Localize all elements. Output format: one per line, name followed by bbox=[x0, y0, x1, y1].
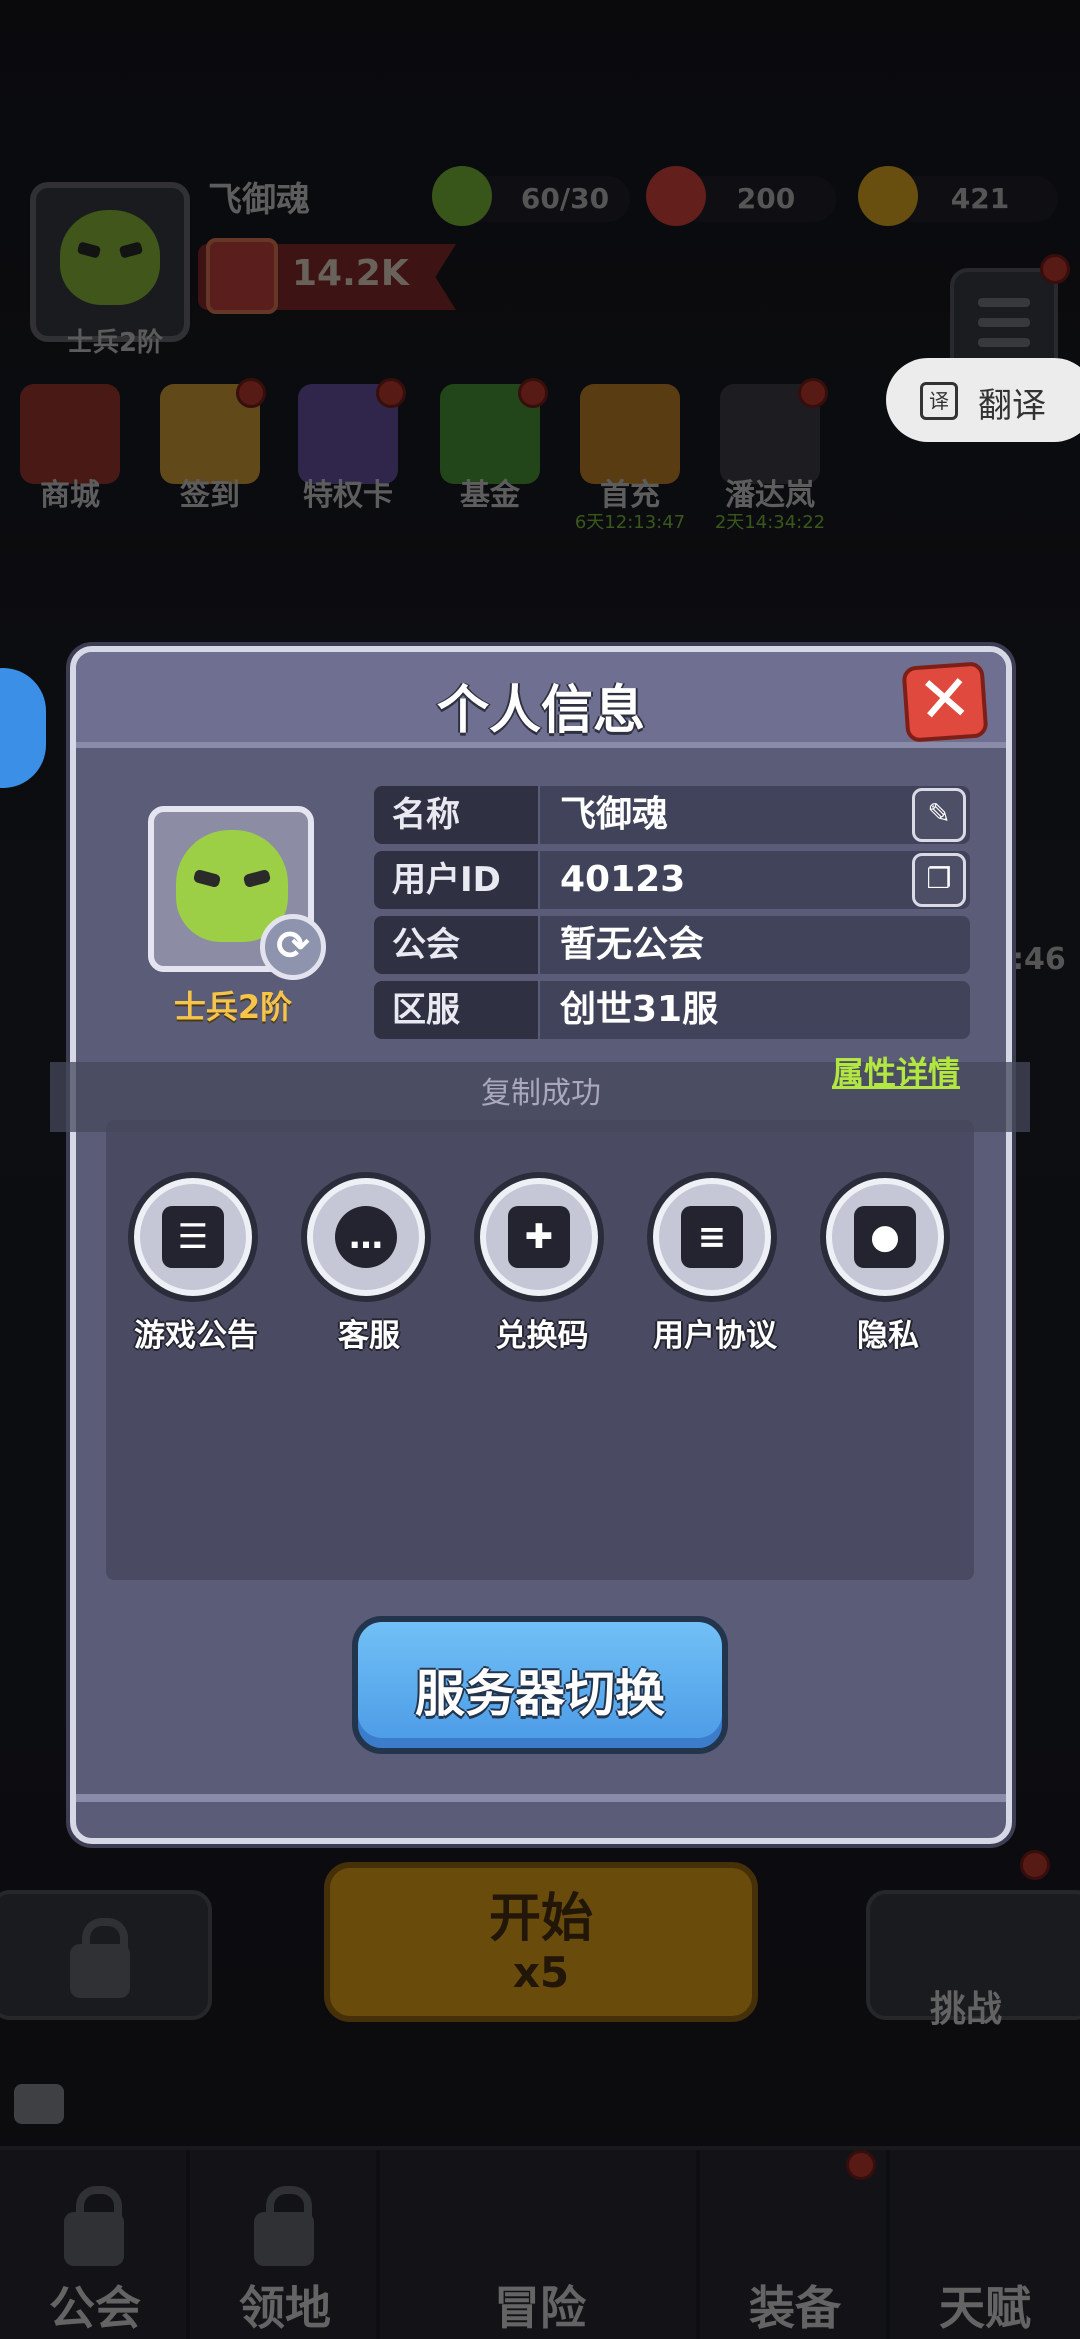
stamina-value: 60/30 bbox=[520, 182, 610, 215]
pandaren-timer: 2天14:34:22 bbox=[714, 512, 826, 533]
first-recharge-timer: 6天12:13:47 bbox=[574, 512, 686, 533]
lock-icon bbox=[70, 1918, 130, 1998]
notification-dot bbox=[1020, 1850, 1050, 1880]
info-row-userid: 用户ID 40123 ❐ bbox=[374, 851, 970, 909]
info-key: 公会 bbox=[374, 916, 538, 974]
feature-checkin[interactable]: 签到 bbox=[150, 470, 270, 514]
redeem-code-button[interactable]: ✚ 兑换码 bbox=[474, 1172, 610, 1355]
tab-territory-label: 领地 bbox=[239, 2281, 331, 2335]
tab-equipment-label: 装备 bbox=[749, 2281, 841, 2335]
copy-id-button[interactable]: ❐ bbox=[912, 853, 966, 907]
close-button[interactable]: ✕ bbox=[901, 661, 989, 743]
gem-icon bbox=[646, 166, 706, 226]
tab-guild-label: 公会 bbox=[49, 2281, 141, 2335]
axe-icon bbox=[206, 238, 278, 314]
first-recharge-icon[interactable] bbox=[580, 384, 680, 484]
close-icon: ✕ bbox=[915, 661, 975, 739]
menu-line bbox=[978, 318, 1030, 327]
customer-service-label: 客服 bbox=[338, 1318, 400, 1354]
user-agreement-label: 用户协议 bbox=[653, 1318, 777, 1354]
info-row-server: 区服 创世31服 bbox=[374, 981, 970, 1039]
edit-name-button[interactable]: ✎ bbox=[912, 788, 966, 842]
customer-service-button[interactable]: … 客服 bbox=[301, 1172, 437, 1355]
server-switch-label: 服务器切换 bbox=[415, 1665, 665, 1723]
notification-dot bbox=[376, 378, 406, 408]
announcement-label: 游戏公告 bbox=[134, 1318, 258, 1354]
gift-icon: ✚ bbox=[474, 1172, 604, 1302]
notification-dot bbox=[236, 378, 266, 408]
info-value: 创世31服 bbox=[540, 981, 970, 1039]
menu-line bbox=[978, 298, 1030, 307]
dialog-footer bbox=[76, 1794, 1006, 1802]
notification-dot bbox=[1040, 254, 1070, 284]
side-timer: :46 bbox=[1012, 942, 1066, 977]
privacy-label: 隐私 bbox=[857, 1318, 919, 1354]
player-rank: 士兵2阶 bbox=[66, 328, 164, 358]
feature-shop[interactable]: 商城 bbox=[10, 470, 130, 514]
announcement-icon: ☰ bbox=[128, 1172, 258, 1302]
tab-adventure-label: 冒险 bbox=[494, 2281, 586, 2335]
dialog-title: 个人信息 bbox=[436, 681, 645, 741]
info-row-name: 名称 飞御魂 ✎ bbox=[374, 786, 970, 844]
announcement-glyph: ☰ bbox=[162, 1206, 224, 1268]
start-label: 开始 bbox=[488, 1889, 593, 1949]
power-value: 14.2K bbox=[292, 253, 409, 294]
profile-rank: 士兵2阶 bbox=[173, 988, 293, 1026]
lock-icon bbox=[254, 2186, 314, 2266]
gift-glyph: ✚ bbox=[508, 1206, 570, 1268]
menu-line bbox=[978, 338, 1030, 347]
attribute-details-link[interactable]: 属性详情 bbox=[832, 1048, 960, 1094]
info-key: 区服 bbox=[374, 981, 538, 1039]
pencil-icon: ✎ bbox=[927, 797, 951, 830]
tab-talent-label: 天赋 bbox=[939, 2281, 1031, 2335]
chat-icon[interactable] bbox=[14, 2084, 64, 2124]
info-value: 40123 bbox=[540, 851, 970, 909]
padlock-glyph: ● bbox=[854, 1206, 916, 1268]
announcement-button[interactable]: ☰ 游戏公告 bbox=[128, 1172, 264, 1355]
orc-face-icon bbox=[60, 210, 160, 305]
customer-service-icon: … bbox=[301, 1172, 431, 1302]
user-agreement-button[interactable]: ≡ 用户协议 bbox=[647, 1172, 783, 1355]
player-name: 飞御魂 bbox=[208, 180, 310, 220]
info-key: 用户ID bbox=[374, 851, 538, 909]
agreement-glyph: ≡ bbox=[681, 1206, 743, 1268]
notification-dot bbox=[518, 378, 548, 408]
shop-icon[interactable] bbox=[20, 384, 120, 484]
start-cost: x5 bbox=[512, 1948, 570, 1997]
notification-dot bbox=[846, 2150, 876, 2180]
headset-glyph: … bbox=[335, 1206, 397, 1268]
challenge-label: 挑战 bbox=[930, 1989, 1003, 2030]
lock-icon bbox=[64, 2186, 124, 2266]
gold-value: 421 bbox=[950, 182, 1010, 215]
translate-icon: 译 bbox=[920, 382, 958, 420]
change-avatar-icon[interactable]: ⟳ bbox=[260, 914, 326, 980]
feature-privilege-card[interactable]: 特权卡 bbox=[288, 470, 408, 514]
copy-icon: ❐ bbox=[926, 862, 952, 895]
lock-icon: ● bbox=[820, 1172, 950, 1302]
gems-value: 200 bbox=[736, 182, 796, 215]
info-key: 名称 bbox=[374, 786, 538, 844]
translate-label: 翻译 bbox=[978, 386, 1046, 426]
feature-fund[interactable]: 基金 bbox=[430, 470, 550, 514]
info-row-guild: 公会 暂无公会 bbox=[374, 916, 970, 974]
notification-dot bbox=[798, 378, 828, 408]
redeem-code-label: 兑换码 bbox=[495, 1318, 589, 1354]
gold-coin-icon bbox=[858, 166, 918, 226]
player-avatar[interactable] bbox=[30, 182, 190, 342]
info-value: 暂无公会 bbox=[540, 916, 970, 974]
agreement-icon: ≡ bbox=[647, 1172, 777, 1302]
privacy-button[interactable]: ● 隐私 bbox=[820, 1172, 956, 1355]
stamina-icon bbox=[432, 166, 492, 226]
info-value: 飞御魂 bbox=[540, 786, 970, 844]
